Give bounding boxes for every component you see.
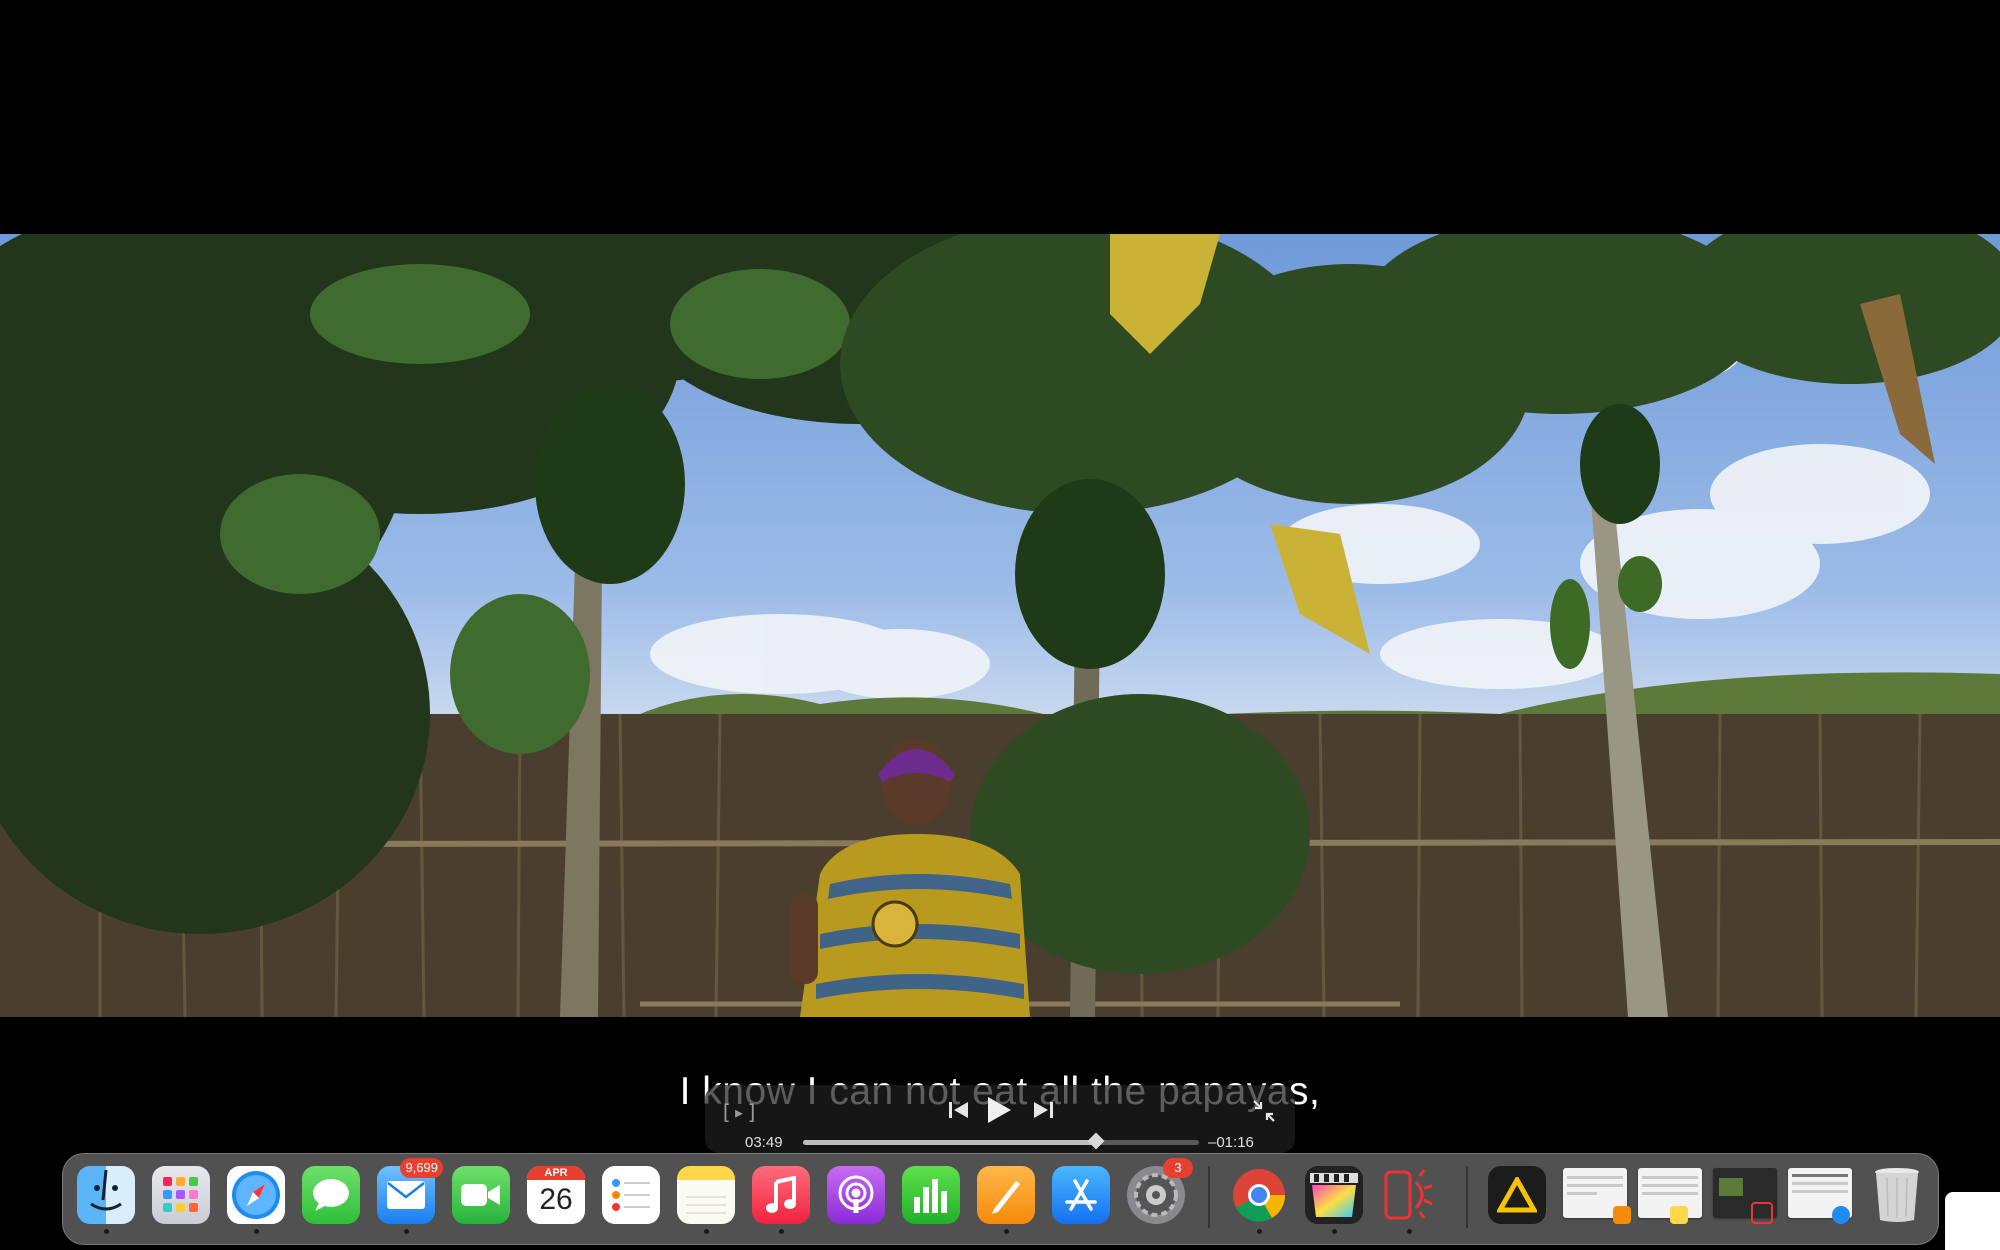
dock-mail[interactable]: 9,699: [377, 1158, 443, 1234]
app-store-icon: [1052, 1166, 1110, 1224]
simulator-icon: [1380, 1166, 1438, 1224]
podcasts-icon: [827, 1166, 885, 1224]
subtitles-icon[interactable]: [▸]: [720, 1100, 759, 1124]
pages-icon: [977, 1166, 1035, 1224]
launchpad-icon: [152, 1166, 210, 1224]
dock-app-store[interactable]: [1052, 1166, 1110, 1224]
running-indicator: [254, 1229, 259, 1234]
time-elapsed: 03:49: [745, 1134, 783, 1151]
running-indicator: [779, 1229, 784, 1234]
mail-badge: 9,699: [400, 1158, 443, 1178]
running-indicator: [404, 1229, 409, 1234]
dock-simulator[interactable]: [1380, 1166, 1438, 1234]
calendar-icon: APR 26: [527, 1166, 585, 1224]
numbers-icon: [902, 1166, 960, 1224]
minimized-window[interactable]: [1713, 1168, 1777, 1224]
dock-final-cut[interactable]: [1305, 1166, 1363, 1234]
time-remaining: –01:16: [1208, 1134, 1254, 1151]
minimized-window[interactable]: [1563, 1168, 1631, 1224]
simulator-badge-icon: [1751, 1202, 1773, 1224]
dock-triangle-app[interactable]: [1488, 1166, 1546, 1224]
finder-icon: [77, 1166, 135, 1224]
dock-launchpad[interactable]: [152, 1166, 210, 1224]
thumb-line: [1792, 1174, 1848, 1177]
video-scene: [0, 234, 2000, 1017]
dock-messages[interactable]: [302, 1166, 360, 1224]
running-indicator: [1257, 1229, 1262, 1234]
video-frame[interactable]: [0, 234, 2000, 1017]
settings-badge: 3: [1163, 1158, 1193, 1178]
minimized-window[interactable]: [1788, 1168, 1852, 1224]
pages-badge-icon: [1613, 1206, 1631, 1224]
thumb-line: [1642, 1176, 1698, 1179]
facetime-icon: [452, 1166, 510, 1224]
thumb-image: [1719, 1178, 1743, 1196]
dock: 9,699 APR 26 3: [62, 1153, 1939, 1245]
dock-calendar[interactable]: APR 26: [527, 1166, 585, 1224]
dock-pages[interactable]: [977, 1166, 1035, 1234]
messages-icon: [302, 1166, 360, 1224]
chrome-icon: [1230, 1166, 1288, 1224]
dock-safari[interactable]: [227, 1166, 285, 1234]
skip-back-icon[interactable]: [948, 1100, 970, 1125]
thumb-line: [1642, 1192, 1698, 1195]
dock-reminders[interactable]: [602, 1166, 660, 1224]
trash-icon: [1868, 1166, 1926, 1224]
dock-separator: [1208, 1166, 1210, 1228]
dock-music[interactable]: [752, 1166, 810, 1234]
running-indicator: [104, 1229, 109, 1234]
running-indicator: [704, 1229, 709, 1234]
dock-chrome[interactable]: [1230, 1166, 1288, 1234]
notes-badge-icon: [1670, 1206, 1688, 1224]
dock-podcasts[interactable]: [827, 1166, 885, 1224]
minimized-window[interactable]: [1638, 1168, 1702, 1224]
dock-trash[interactable]: [1868, 1166, 1926, 1224]
running-indicator: [1332, 1229, 1337, 1234]
final-cut-icon: [1305, 1166, 1363, 1224]
desktop-corner: [1945, 1192, 2000, 1250]
scrubber-progress: [803, 1140, 1097, 1145]
play-icon[interactable]: [985, 1095, 1013, 1130]
music-icon: [752, 1166, 810, 1224]
thumb-line: [1642, 1184, 1698, 1187]
thumb-line: [1567, 1192, 1597, 1195]
dock-notes[interactable]: [677, 1166, 735, 1234]
playback-scrubber[interactable]: [803, 1132, 1199, 1150]
skip-forward-icon[interactable]: [1032, 1100, 1054, 1125]
safari-icon: [227, 1166, 285, 1224]
dock-facetime[interactable]: [452, 1166, 510, 1224]
thumb-line: [1792, 1190, 1848, 1193]
player-controls: [▸] 03:49 –01:16: [705, 1085, 1295, 1153]
safari-badge-icon: [1832, 1206, 1850, 1224]
exit-fullscreen-icon[interactable]: [1251, 1098, 1277, 1129]
calendar-day: 26: [539, 1183, 573, 1216]
thumb-line: [1792, 1182, 1848, 1185]
thumb-line: [1567, 1176, 1623, 1179]
scrubber-handle[interactable]: [1087, 1132, 1105, 1150]
notes-icon: [677, 1166, 735, 1224]
dock-finder[interactable]: [77, 1166, 135, 1234]
dock-separator: [1466, 1166, 1468, 1228]
triangle-app-icon: [1488, 1166, 1546, 1224]
dock-numbers[interactable]: [902, 1166, 960, 1224]
running-indicator: [1407, 1229, 1412, 1234]
calendar-month: APR: [527, 1166, 585, 1180]
dock-system-settings[interactable]: 3: [1127, 1158, 1193, 1224]
reminders-icon: [602, 1166, 660, 1224]
running-indicator: [1004, 1229, 1009, 1234]
thumb-line: [1567, 1184, 1623, 1187]
